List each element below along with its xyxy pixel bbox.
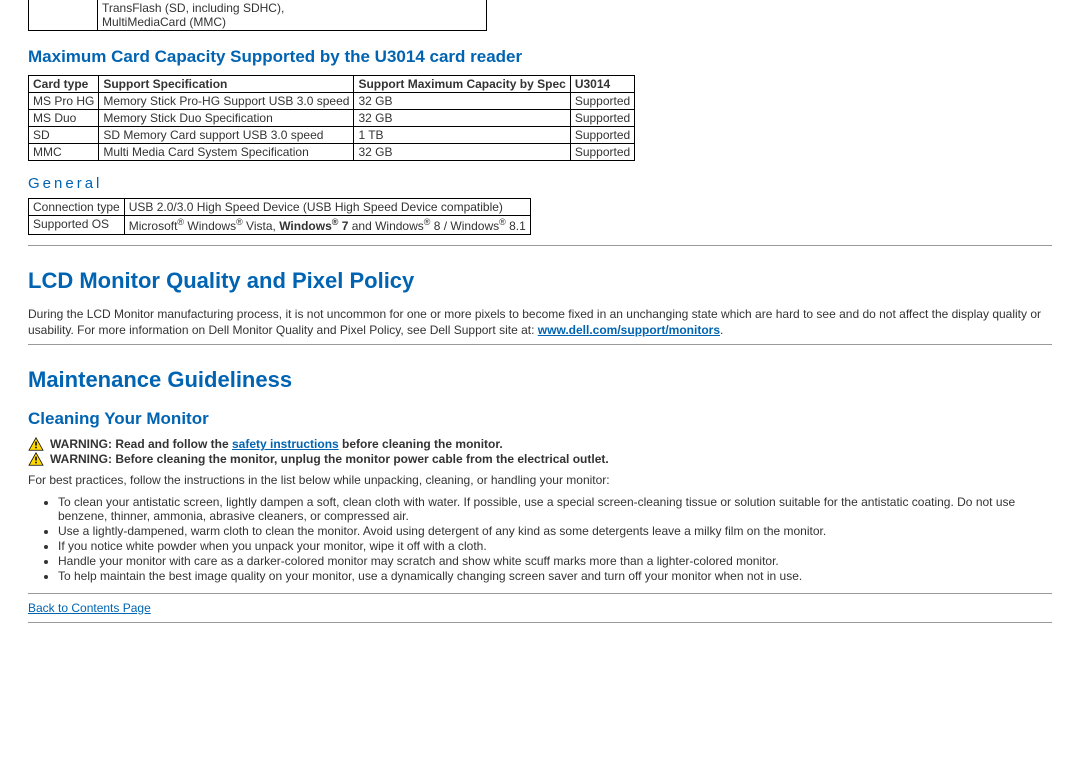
cell: 1 TB [354,127,570,144]
cell: Memory Stick Pro-HG Support USB 3.0 spee… [99,93,354,110]
warn-text: WARNING: Read and follow the [50,437,232,451]
warning-2-text: WARNING: Before cleaning the monitor, un… [50,452,609,466]
warning-1-text: WARNING: Read and follow the safety inst… [50,437,503,451]
os-text: 8.1 [506,219,526,233]
back-to-contents-link[interactable]: Back to Contents Page [28,601,151,615]
cell: MS Duo [29,110,99,127]
fragment-right-cell: TransFlash (SD, including SDHC), MultiMe… [98,0,487,31]
list-item: To help maintain the best image quality … [58,569,1052,583]
list-item: Use a lightly-dampened, warm cloth to cl… [58,524,1052,538]
table-row: MS Duo Memory Stick Duo Specification 32… [29,110,635,127]
os-text: Vista, [243,219,279,233]
table-row: SD SD Memory Card support USB 3.0 speed … [29,127,635,144]
cell-label: Supported OS [29,216,125,235]
table-row: Supported OS Microsoft® Windows® Vista, … [29,216,531,235]
warn-text: WARNING: Before cleaning the monitor, un… [50,452,609,466]
pixel-policy-text-post: . [720,323,723,337]
os-text: Windows [279,219,332,233]
cell-value: Microsoft® Windows® Vista, Windows® 7 an… [124,216,530,235]
th-u3014: U3014 [570,76,634,93]
cell: Supported [570,93,634,110]
registered-mark-icon: ® [236,217,243,227]
list-item: To clean your antistatic screen, lightly… [58,495,1052,523]
th-card-type: Card type [29,76,99,93]
safety-instructions-link[interactable]: safety instructions [232,437,339,451]
warning-row-2: WARNING: Before cleaning the monitor, un… [28,452,1052,466]
cell: Supported [570,144,634,161]
maintenance-bullet-list: To clean your antistatic screen, lightly… [58,495,1052,583]
cell: 32 GB [354,144,570,161]
os-text: 7 [338,219,348,233]
os-text: Windows [184,219,236,233]
warn-text: before cleaning the monitor. [339,437,503,451]
cell: Multi Media Card System Specification [99,144,354,161]
fragment-table-row: TransFlash (SD, including SDHC), MultiMe… [28,0,1052,31]
cell: Memory Stick Duo Specification [99,110,354,127]
maintenance-intro: For best practices, follow the instructi… [28,472,1052,488]
general-heading: General [28,175,1052,192]
cleaning-subheading: Cleaning Your Monitor [28,409,1052,429]
fragment-text-line2: MultiMediaCard (MMC) [102,15,482,29]
pixel-policy-body: During the LCD Monitor manufacturing pro… [28,306,1052,338]
th-max-capacity: Support Maximum Capacity by Spec [354,76,570,93]
cell: 32 GB [354,110,570,127]
cell: MMC [29,144,99,161]
fragment-left-cell [29,0,98,31]
pixel-policy-heading: LCD Monitor Quality and Pixel Policy [28,268,1052,294]
fragment-text-line1: TransFlash (SD, including SDHC), [102,1,482,15]
warning-row-1: WARNING: Read and follow the safety inst… [28,437,1052,451]
cell: 32 GB [354,93,570,110]
list-item: If you notice white powder when you unpa… [58,539,1052,553]
table-row: MMC Multi Media Card System Specificatio… [29,144,635,161]
registered-mark-icon: ® [499,217,506,227]
table-row: MS Pro HG Memory Stick Pro-HG Support US… [29,93,635,110]
support-monitors-link[interactable]: www.dell.com/support/monitors [538,323,720,337]
card-capacity-heading: Maximum Card Capacity Supported by the U… [28,47,1052,67]
divider [28,245,1052,246]
cell-label: Connection type [29,199,125,216]
th-support-spec: Support Specification [99,76,354,93]
os-text: and Windows [348,219,423,233]
card-capacity-table: Card type Support Specification Support … [28,75,635,161]
table-row: Connection type USB 2.0/3.0 High Speed D… [29,199,531,216]
warning-triangle-icon [28,452,44,466]
cell: Supported [570,127,634,144]
os-text: Microsoft [129,219,178,233]
list-item: Handle your monitor with care as a darke… [58,554,1052,568]
cell-value: USB 2.0/3.0 High Speed Device (USB High … [124,199,530,216]
table-header-row: Card type Support Specification Support … [29,76,635,93]
cell: Supported [570,110,634,127]
warning-triangle-icon [28,437,44,451]
pixel-policy-text: During the LCD Monitor manufacturing pro… [28,307,1041,337]
os-text: 8 / Windows [430,219,499,233]
cell: MS Pro HG [29,93,99,110]
cell: SD Memory Card support USB 3.0 speed [99,127,354,144]
divider [28,344,1052,345]
general-table: Connection type USB 2.0/3.0 High Speed D… [28,198,531,235]
divider [28,622,1052,623]
maintenance-heading: Maintenance Guideliness [28,367,1052,393]
divider [28,593,1052,594]
cell: SD [29,127,99,144]
